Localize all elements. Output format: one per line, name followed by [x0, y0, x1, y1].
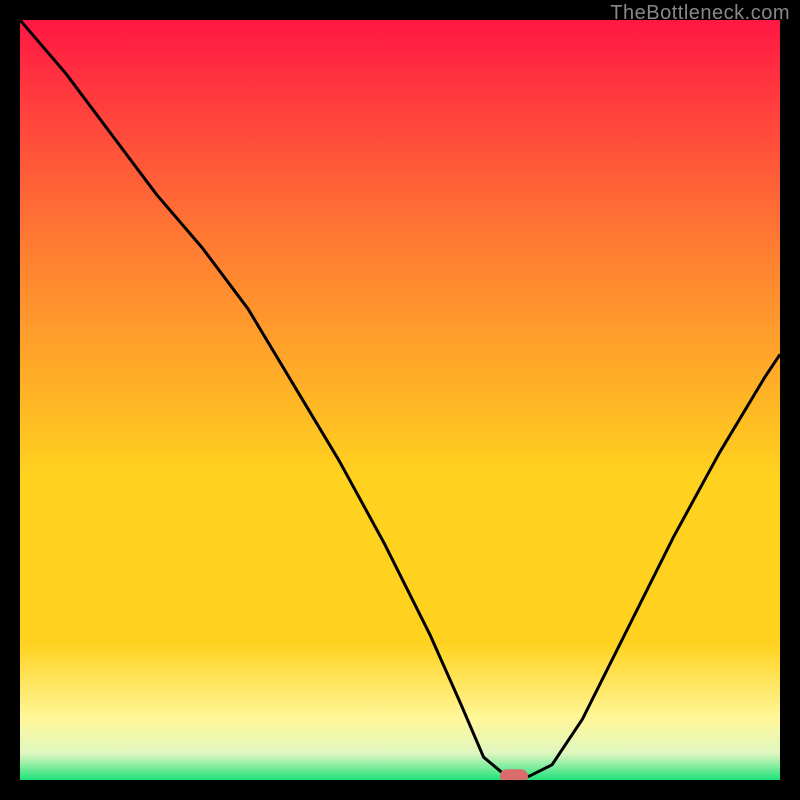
bottleneck-chart: [20, 20, 780, 780]
chart-frame: TheBottleneck.com: [0, 0, 800, 800]
watermark-text: TheBottleneck.com: [610, 2, 790, 25]
gradient-background: [20, 20, 780, 780]
optimal-marker: [500, 769, 528, 780]
